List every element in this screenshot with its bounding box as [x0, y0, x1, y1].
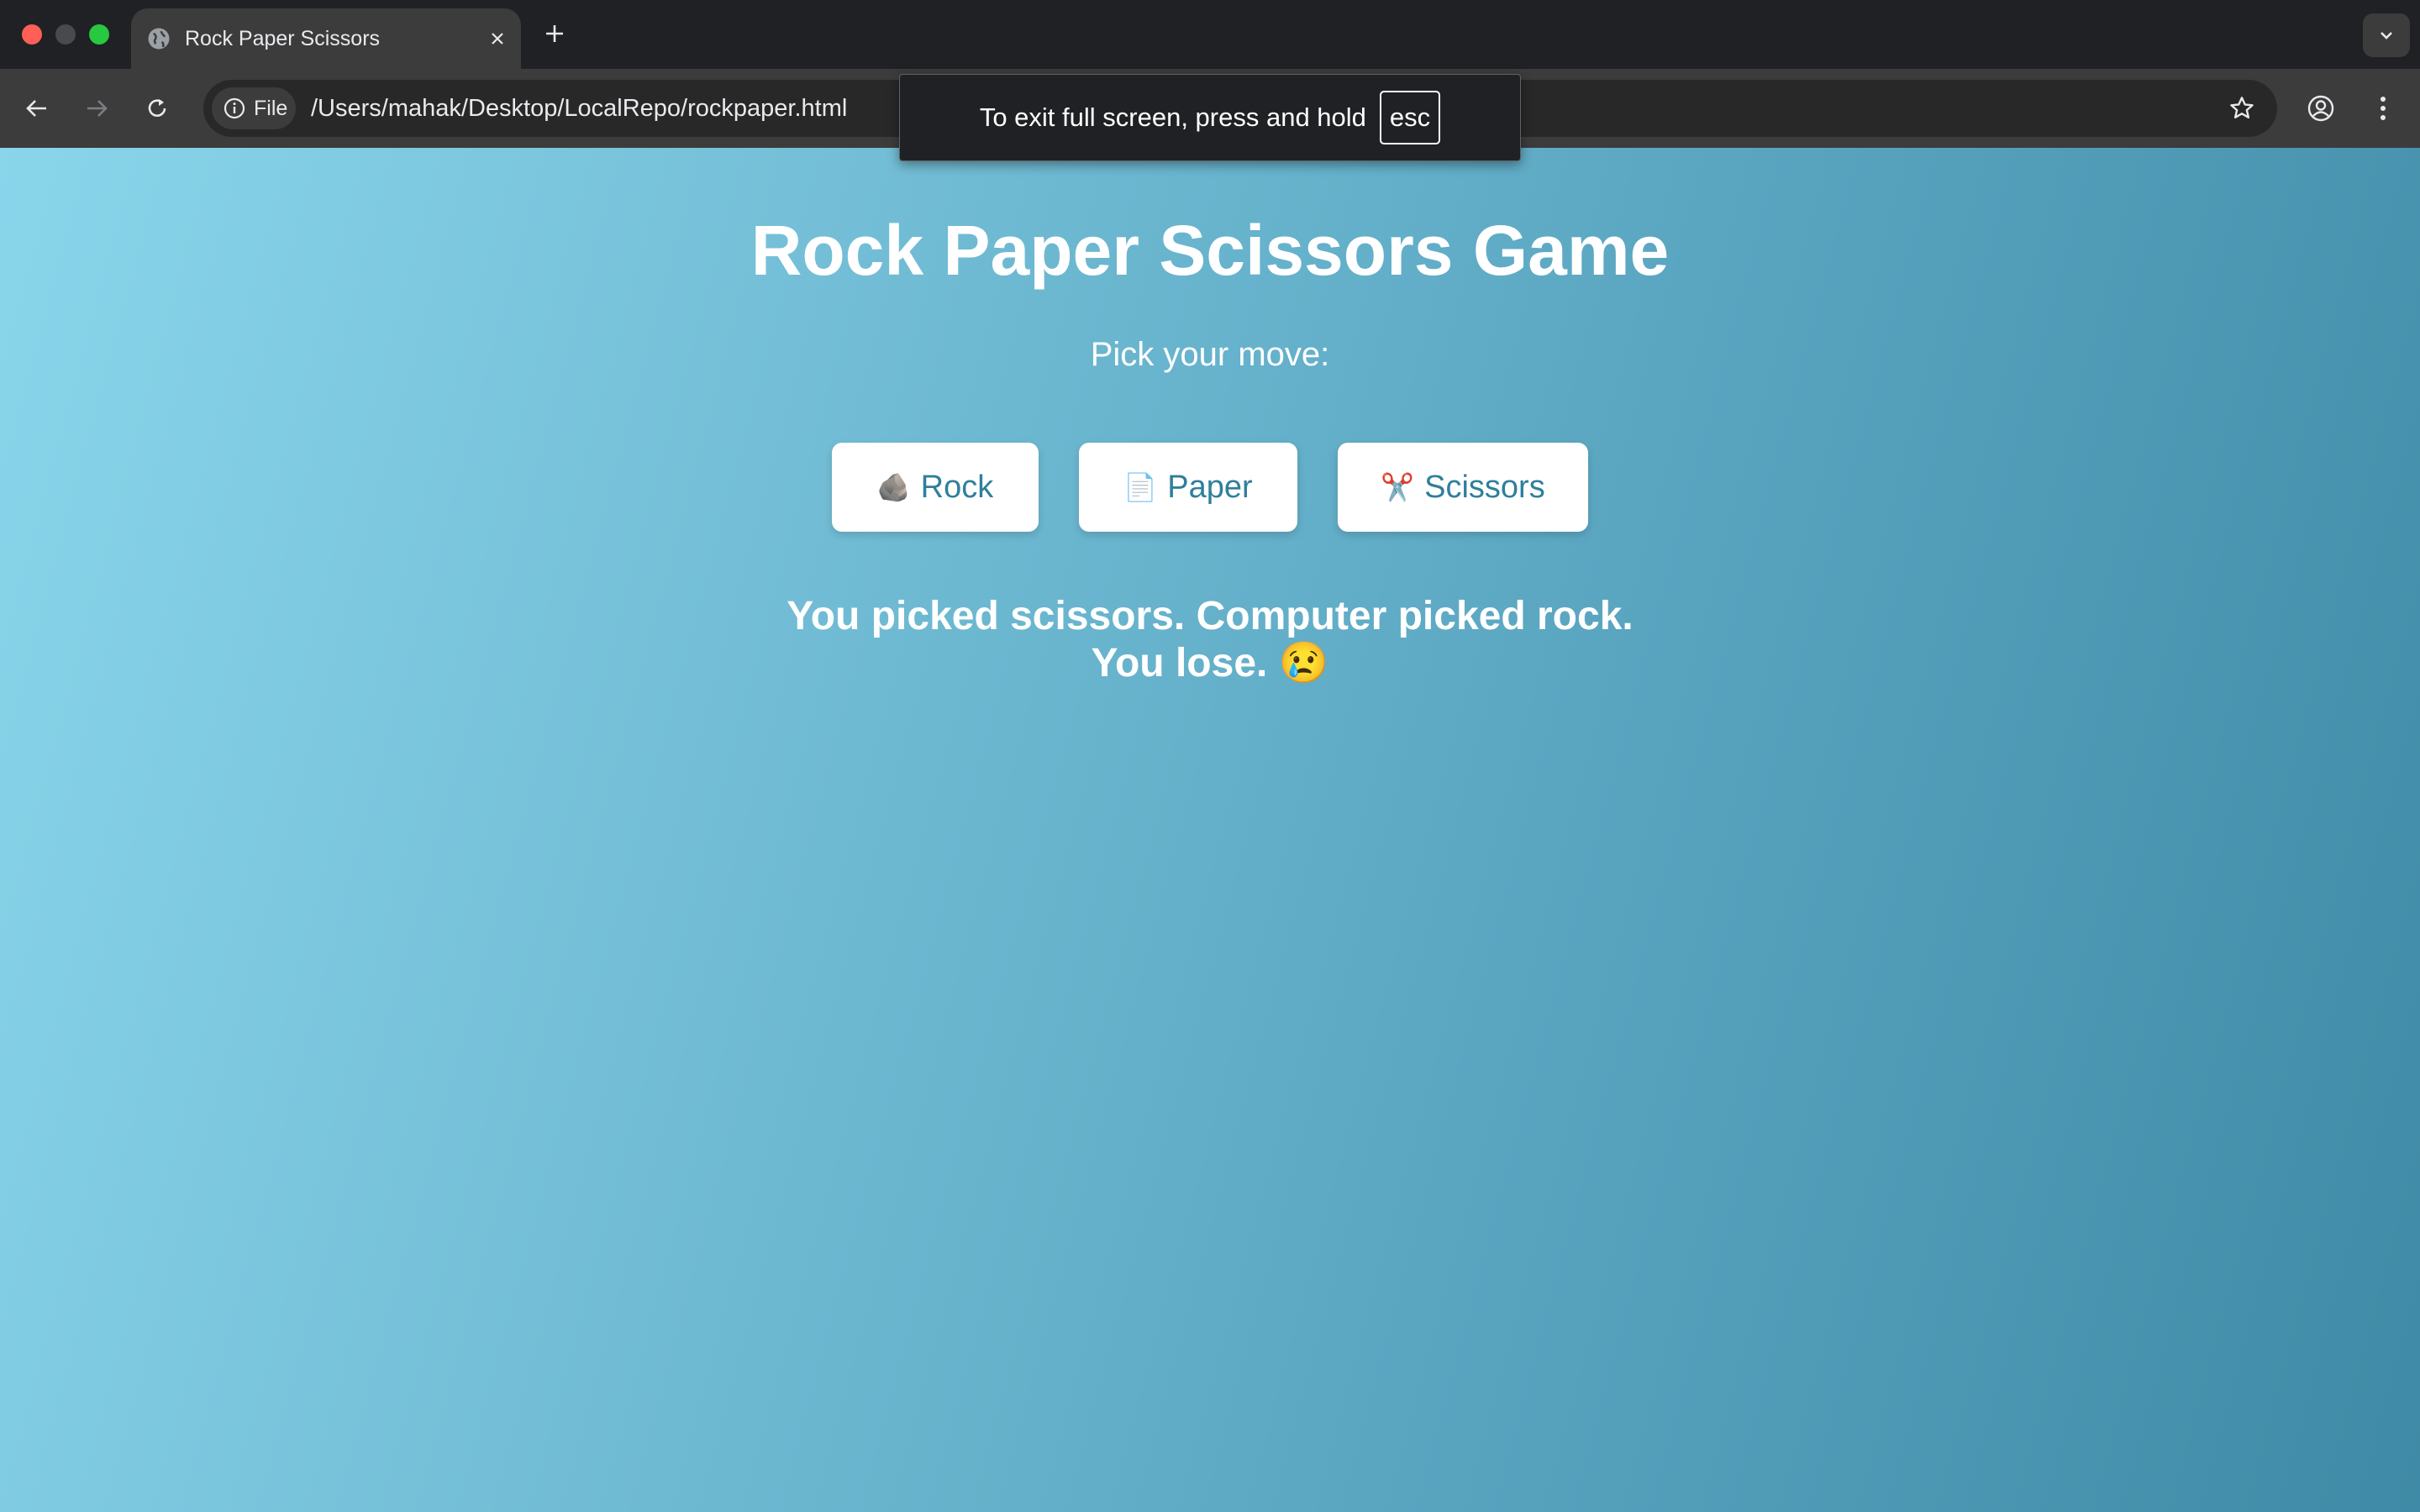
rock-icon: 🪨 [876, 472, 911, 502]
scissors-label: Scissors [1424, 469, 1545, 505]
chip-label: File [254, 97, 288, 120]
url-text: /Users/mahak/Desktop/LocalRepo/rockpaper… [311, 95, 848, 122]
site-info-chip[interactable]: File [212, 87, 296, 129]
fullscreen-message: To exit full screen, press and hold [979, 102, 1366, 132]
paper-button[interactable]: 📄 Paper [1079, 443, 1297, 532]
info-icon [224, 97, 245, 119]
rock-button[interactable]: 🪨 Rock [832, 443, 1039, 532]
result-message: You picked scissors. Computer picked roc… [0, 593, 2420, 687]
move-prompt: Pick your move: [1090, 336, 1330, 373]
close-window-button[interactable] [22, 24, 42, 45]
profile-icon[interactable] [2299, 87, 2343, 130]
close-icon[interactable] [486, 27, 509, 50]
reload-icon[interactable] [135, 87, 179, 130]
tab-title: Rock Paper Scissors [185, 27, 381, 50]
rock-label: Rock [920, 469, 994, 505]
paper-icon: 📄 [1123, 472, 1158, 502]
back-arrow-icon[interactable] [15, 87, 59, 130]
move-buttons: 🪨 Rock 📄 Paper ✂️ Scissors [832, 443, 1588, 532]
chevron-down-icon[interactable] [2363, 13, 2410, 57]
minimize-window-button[interactable] [55, 24, 76, 45]
paper-label: Paper [1167, 469, 1253, 505]
page-viewport: Rock Paper Scissors Game Pick your move:… [0, 148, 2420, 1512]
fullscreen-window-button[interactable] [89, 24, 109, 45]
plus-icon[interactable] [539, 18, 570, 49]
browser-tab[interactable]: Rock Paper Scissors [131, 8, 521, 69]
star-icon[interactable] [2225, 92, 2259, 125]
more-vertical-icon[interactable] [2361, 87, 2405, 130]
globe-icon [148, 28, 170, 50]
tab-strip: Rock Paper Scissors [0, 0, 2420, 69]
result-line-picks: You picked scissors. Computer picked roc… [786, 594, 1634, 638]
scissors-icon: ✂️ [1381, 472, 1415, 502]
scissors-button[interactable]: ✂️ Scissors [1338, 443, 1588, 532]
esc-key-badge: esc [1379, 91, 1441, 144]
result-line-outcome: You lose. 😢 [1091, 641, 1329, 685]
page-title: Rock Paper Scissors Game [750, 211, 1670, 290]
fullscreen-toast: To exit full screen, press and hold esc [899, 74, 1521, 161]
forward-arrow-icon[interactable] [75, 87, 118, 130]
